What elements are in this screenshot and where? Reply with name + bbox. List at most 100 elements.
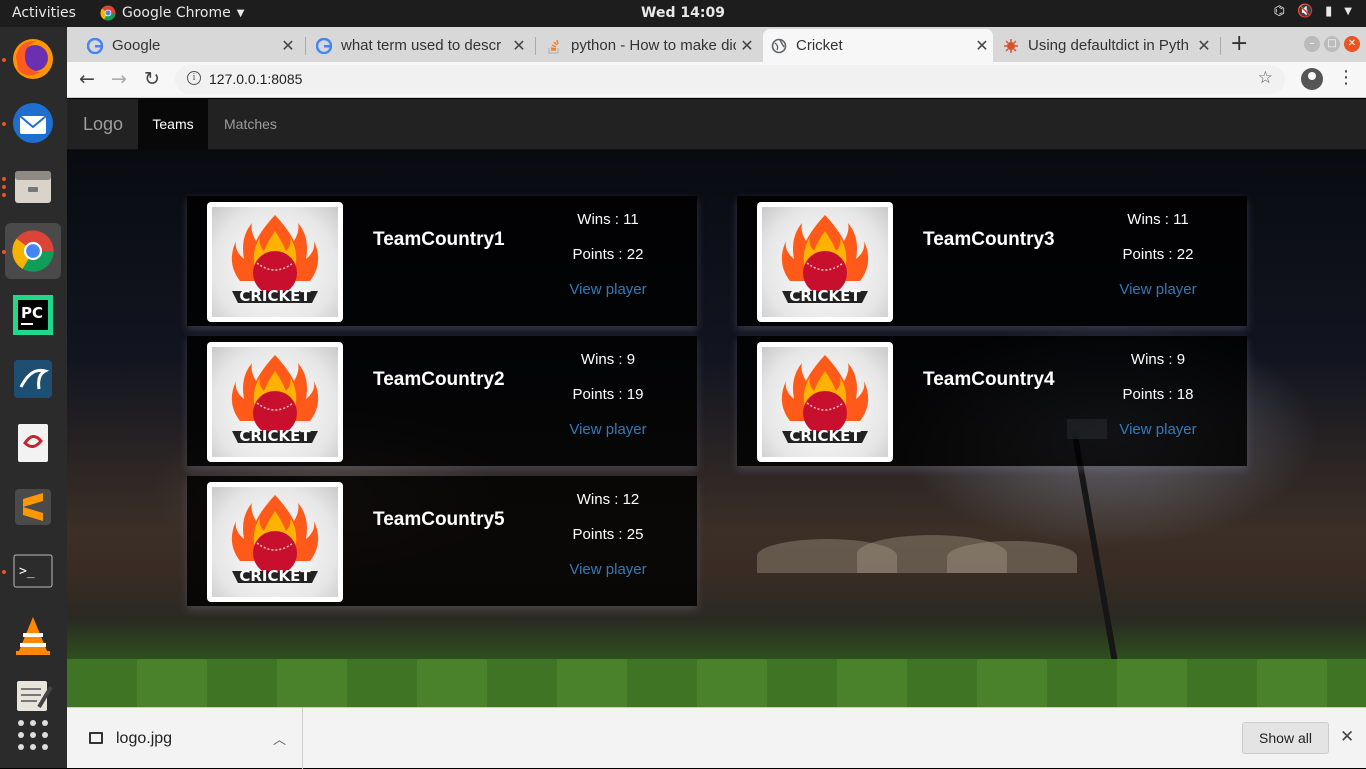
download-item[interactable]: logo.jpg ︿ bbox=[67, 708, 303, 769]
view-player-link[interactable]: View player bbox=[547, 421, 669, 438]
tab-cricket[interactable]: Cricket ✕ bbox=[763, 29, 993, 62]
team-name: TeamCountry3 bbox=[923, 229, 1055, 250]
team-name: TeamCountry4 bbox=[923, 369, 1055, 390]
pycharm-icon[interactable]: PC bbox=[5, 287, 61, 343]
team-card: CRICKET TeamCountry5 Wins : 12 Points : … bbox=[187, 476, 697, 606]
profile-icon[interactable] bbox=[1301, 68, 1323, 90]
chevron-up-icon[interactable]: ︿ bbox=[273, 729, 286, 748]
chevron-down-icon[interactable]: ▼ bbox=[1344, 6, 1352, 17]
running-indicator bbox=[2, 58, 6, 62]
volume-icon[interactable]: 🔇 bbox=[1297, 4, 1313, 19]
show-apps-icon[interactable] bbox=[5, 707, 61, 763]
tab-strip: Google ✕ what term used to descr ✕ pytho… bbox=[67, 27, 1366, 62]
logo-wordmark: CRICKET bbox=[239, 287, 311, 305]
view-player-link[interactable]: View player bbox=[1097, 421, 1219, 438]
app-menu[interactable]: Google Chrome ▼ bbox=[100, 5, 244, 21]
team-logo: CRICKET bbox=[207, 202, 343, 322]
team-logo: CRICKET bbox=[757, 202, 893, 322]
google-icon bbox=[316, 37, 332, 54]
download-filename: logo.jpg bbox=[116, 730, 173, 747]
cricket-field bbox=[67, 659, 1366, 707]
sublime-text-icon[interactable] bbox=[5, 479, 61, 535]
new-tab-button[interactable]: + bbox=[1230, 31, 1248, 56]
close-icon[interactable]: ✕ bbox=[736, 36, 758, 56]
globe-icon bbox=[771, 38, 787, 53]
team-points: Points : 22 bbox=[572, 246, 644, 263]
firefox-icon[interactable] bbox=[5, 31, 61, 87]
team-wins: Wins : 9 bbox=[580, 351, 636, 368]
nav-teams[interactable]: Teams bbox=[138, 99, 208, 150]
team-logo: CRICKET bbox=[757, 342, 893, 462]
team-points: Points : 22 bbox=[1122, 246, 1194, 263]
clock[interactable]: Wed 14:09 bbox=[641, 5, 725, 21]
tab-google[interactable]: Google ✕ bbox=[79, 29, 299, 62]
close-icon[interactable]: ✕ bbox=[508, 36, 530, 56]
team-card: CRICKET TeamCountry4 Wins : 9 Points : 1… bbox=[737, 336, 1247, 466]
forward-icon[interactable]: → bbox=[111, 68, 127, 90]
close-icon[interactable]: ✕ bbox=[1193, 36, 1215, 56]
close-icon[interactable]: ✕ bbox=[971, 36, 993, 56]
show-all-button[interactable]: Show all bbox=[1242, 722, 1329, 754]
system-tray[interactable]: ⌬ 🔇 ▮ ▼ bbox=[1274, 4, 1352, 19]
mysql-workbench-icon[interactable] bbox=[5, 351, 61, 407]
website-favicon-icon bbox=[1004, 38, 1018, 53]
info-icon[interactable]: i bbox=[187, 71, 201, 85]
view-player-link[interactable]: View player bbox=[547, 281, 669, 298]
running-indicator bbox=[2, 177, 6, 181]
team-card: CRICKET TeamCountry3 Wins : 11 Points : … bbox=[737, 196, 1247, 326]
logo-wordmark: CRICKET bbox=[239, 567, 311, 585]
chrome-icon[interactable] bbox=[5, 223, 61, 279]
download-shelf: logo.jpg ︿ Show all ✕ bbox=[67, 707, 1366, 769]
vlc-icon[interactable] bbox=[5, 607, 61, 663]
tab-separator bbox=[1220, 37, 1221, 55]
team-wins: Wins : 11 bbox=[1127, 211, 1189, 228]
team-wins: Wins : 12 bbox=[576, 491, 640, 508]
window-close-button[interactable]: ✕ bbox=[1344, 36, 1360, 52]
url-text[interactable]: 127.0.0.1:8085 bbox=[209, 71, 302, 87]
tab-search-term[interactable]: what term used to descr ✕ bbox=[308, 29, 530, 62]
logo-wordmark: CRICKET bbox=[789, 287, 861, 305]
evince-icon[interactable] bbox=[5, 415, 61, 471]
view-player-link[interactable]: View player bbox=[1097, 281, 1219, 298]
nav-matches[interactable]: Matches bbox=[224, 116, 277, 132]
team-name: TeamCountry1 bbox=[373, 229, 505, 250]
activities-button[interactable]: Activities bbox=[12, 5, 76, 21]
team-wins: Wins : 9 bbox=[1130, 351, 1186, 368]
dock: PC >_ bbox=[0, 27, 67, 768]
view-player-link[interactable]: View player bbox=[547, 561, 669, 578]
close-icon[interactable]: ✕ bbox=[277, 36, 299, 56]
tab-separator bbox=[305, 37, 306, 55]
tab-separator bbox=[535, 37, 536, 55]
team-wins: Wins : 11 bbox=[577, 211, 639, 228]
chrome-small-icon bbox=[100, 5, 116, 21]
tab-stackoverflow[interactable]: python - How to make dic ✕ bbox=[538, 29, 758, 62]
terminal-icon[interactable]: >_ bbox=[5, 543, 61, 599]
svg-text:PC: PC bbox=[21, 304, 43, 322]
close-icon[interactable]: ✕ bbox=[1340, 727, 1354, 747]
maximize-button[interactable]: □ bbox=[1324, 36, 1340, 52]
back-icon[interactable]: ← bbox=[79, 68, 95, 90]
running-indicator bbox=[2, 122, 6, 126]
files-icon[interactable] bbox=[5, 159, 61, 215]
system-top-bar: Activities Google Chrome ▼ Wed 14:09 ⌬ 🔇… bbox=[0, 0, 1366, 27]
page-viewport: Logo Teams Matches CRICKET TeamCountry1 … bbox=[67, 99, 1366, 707]
google-icon bbox=[87, 37, 103, 54]
site-navbar: Logo Teams Matches bbox=[67, 99, 1366, 150]
menu-icon[interactable]: ⋮ bbox=[1337, 67, 1355, 88]
tab-title: what term used to descr bbox=[341, 37, 502, 54]
team-logo: CRICKET bbox=[207, 482, 343, 602]
running-indicator bbox=[2, 193, 6, 197]
network-icon[interactable]: ⌬ bbox=[1274, 4, 1285, 19]
address-bar[interactable]: i 127.0.0.1:8085 ☆ bbox=[175, 65, 1285, 94]
minimize-button[interactable]: – bbox=[1304, 36, 1320, 52]
battery-icon[interactable]: ▮ bbox=[1325, 4, 1332, 19]
tab-defaultdict[interactable]: Using defaultdict in Pyth ✕ bbox=[995, 29, 1215, 62]
svg-text:>_: >_ bbox=[19, 564, 35, 579]
site-logo[interactable]: Logo bbox=[83, 114, 123, 135]
thunderbird-icon[interactable] bbox=[5, 95, 61, 151]
running-indicator bbox=[2, 250, 6, 254]
team-logo: CRICKET bbox=[207, 342, 343, 462]
star-icon[interactable]: ☆ bbox=[1258, 68, 1273, 88]
tab-title: Cricket bbox=[796, 37, 843, 54]
reload-icon[interactable]: ↻ bbox=[144, 68, 160, 90]
